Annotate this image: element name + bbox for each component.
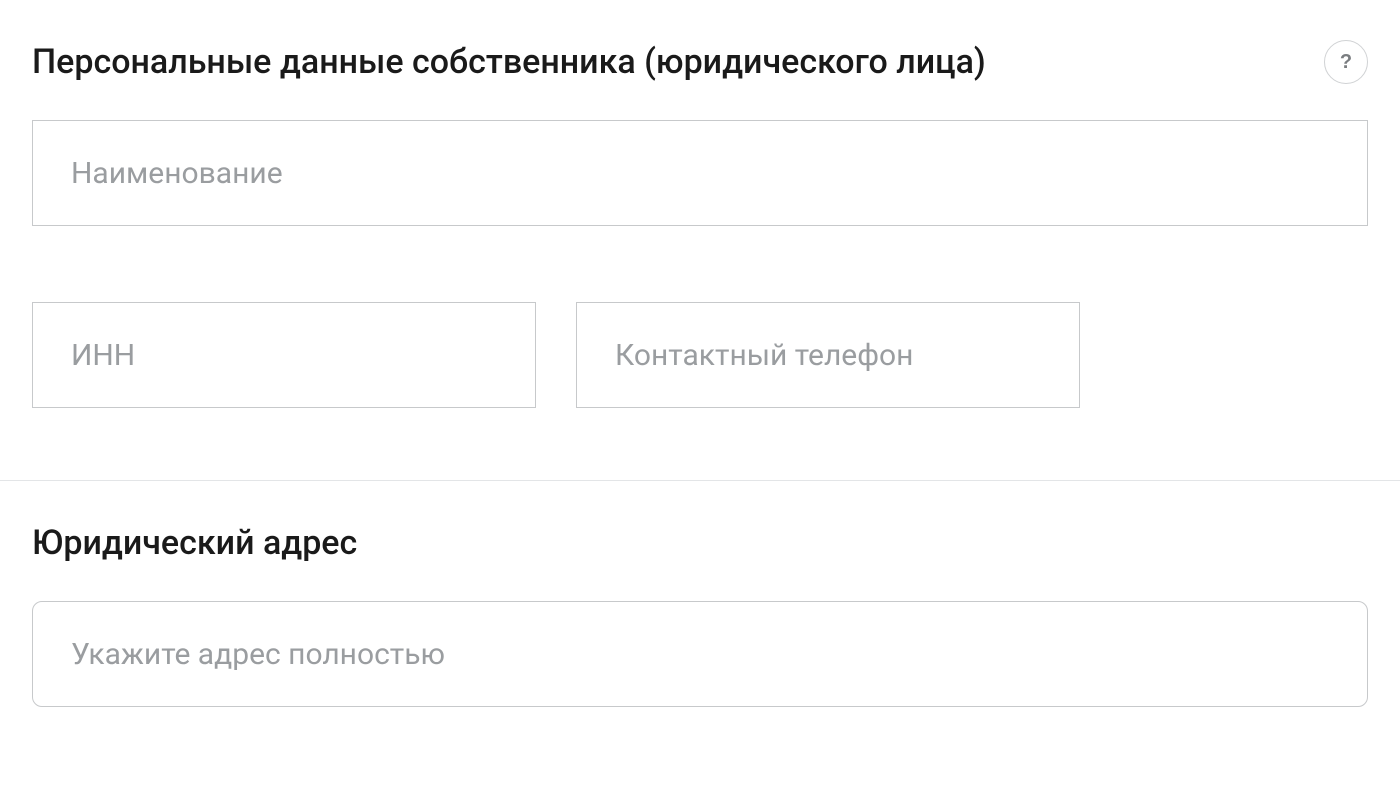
personal-data-section: Персональные данные собственника (юридич… xyxy=(0,0,1400,408)
inn-phone-row xyxy=(32,302,1368,408)
address-section-header: Юридический адрес xyxy=(32,521,1368,565)
personal-section-title: Персональные данные собственника (юридич… xyxy=(32,40,986,84)
address-input[interactable] xyxy=(32,601,1368,707)
name-input[interactable] xyxy=(32,120,1368,226)
form-container: Персональные данные собственника (юридич… xyxy=(0,0,1400,707)
name-row xyxy=(32,120,1368,226)
help-button[interactable]: ? xyxy=(1324,40,1368,84)
inn-input[interactable] xyxy=(32,302,536,408)
legal-address-section: Юридический адрес xyxy=(0,481,1400,707)
personal-section-header: Персональные данные собственника (юридич… xyxy=(32,40,1368,84)
phone-input[interactable] xyxy=(576,302,1080,408)
address-row xyxy=(32,601,1368,707)
question-mark-icon: ? xyxy=(1340,51,1352,74)
address-section-title: Юридический адрес xyxy=(32,521,357,565)
